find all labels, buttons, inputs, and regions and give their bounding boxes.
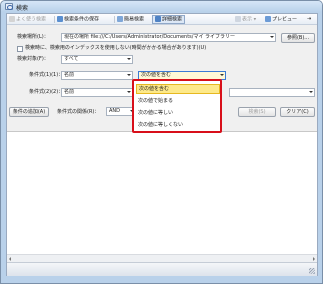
view-icon	[235, 16, 241, 22]
target-dropdown[interactable]: すべて	[61, 55, 133, 64]
browse-button[interactable]: 参照(B)...	[281, 33, 315, 43]
folder-star-icon	[9, 16, 15, 22]
simple-search-button[interactable]: 簡易検索	[117, 16, 144, 23]
chevron-down-icon	[127, 91, 131, 93]
clear-button[interactable]: クリア(C)	[280, 107, 315, 117]
chevron-down-icon	[220, 74, 224, 76]
status-bar	[7, 262, 317, 276]
save-condition-icon	[57, 16, 63, 22]
detail-search-icon	[155, 16, 161, 22]
add-condition-button[interactable]: 条件の追加(A)	[9, 107, 49, 117]
search-button[interactable]: 検索(S)	[238, 107, 276, 117]
toolbar-separator	[54, 16, 55, 23]
operator-dropdown-list: 次の値を含む 次の値で始まる 次の値に等しい 次の値に等しくない	[132, 79, 222, 133]
simple-search-icon	[117, 16, 123, 22]
search-app-icon	[5, 3, 13, 10]
window-title: 検索	[16, 5, 29, 12]
no-index-checkbox[interactable]	[17, 46, 23, 52]
resize-grip-icon[interactable]	[309, 268, 315, 274]
preview-button[interactable]: プレビュー	[265, 16, 297, 23]
title-bar[interactable]: 検索	[1, 1, 322, 12]
pin-icon[interactable]: ⇥	[307, 16, 311, 23]
operator-option-contains[interactable]: 次の値を含む	[136, 84, 220, 94]
view-button[interactable]: 表示 ▾	[235, 16, 256, 23]
save-condition-button[interactable]: 検索条件の保存	[57, 16, 99, 23]
no-index-checkbox-label: 検索時に、検索用のインデックスを使用しない(時間がかかる場合があります)(U)	[25, 45, 207, 51]
detail-search-button[interactable]: 詳細検索	[152, 15, 186, 24]
location-label: 検索場所(L)：	[17, 34, 49, 40]
operator-option-starts-with[interactable]: 次の値で始まる	[136, 96, 220, 106]
preview-icon	[265, 16, 271, 22]
operator-option-not-equals[interactable]: 次の値に等しくない	[136, 120, 220, 130]
horizontal-scrollbar[interactable]	[7, 254, 317, 262]
location-dropdown[interactable]: 現在の場所 file:///C:/Users/Administrator/Doc…	[61, 33, 276, 42]
toolbar-separator	[114, 16, 115, 23]
scroll-right-icon[interactable]	[313, 257, 315, 261]
relation-label: 条件式の関係(R)：	[57, 109, 100, 115]
chevron-down-icon	[127, 58, 131, 60]
search-results-list[interactable]	[7, 133, 317, 254]
chevron-down-icon	[309, 91, 313, 93]
recent-searches-button[interactable]: よく使う検索	[9, 16, 46, 23]
condition2-label: 条件式(2)(2)：	[29, 89, 64, 95]
condition1-field-dropdown[interactable]: 名前	[61, 71, 133, 80]
chevron-down-icon	[127, 74, 131, 76]
condition2-value-dropdown[interactable]	[229, 88, 315, 97]
condition1-label: 条件式(1)(1)：	[29, 72, 64, 78]
operator-option-equals[interactable]: 次の値に等しい	[136, 108, 220, 118]
toolbar: よく使う検索 検索条件の保存 簡易検索 詳細検索 表示 ▾ プレビュー ⇥	[7, 14, 317, 25]
search-window: 検索 よく使う検索 検索条件の保存 簡易検索 詳細検索 表示 ▾ プレビュー ⇥…	[0, 0, 323, 284]
target-label: 検索対象(F)：	[17, 56, 49, 62]
chevron-down-icon	[270, 36, 274, 38]
scroll-left-icon[interactable]	[9, 257, 11, 261]
condition2-field-dropdown[interactable]: 名前	[61, 88, 133, 97]
search-client-area: よく使う検索 検索条件の保存 簡易検索 詳細検索 表示 ▾ プレビュー ⇥ 検索…	[6, 13, 318, 276]
